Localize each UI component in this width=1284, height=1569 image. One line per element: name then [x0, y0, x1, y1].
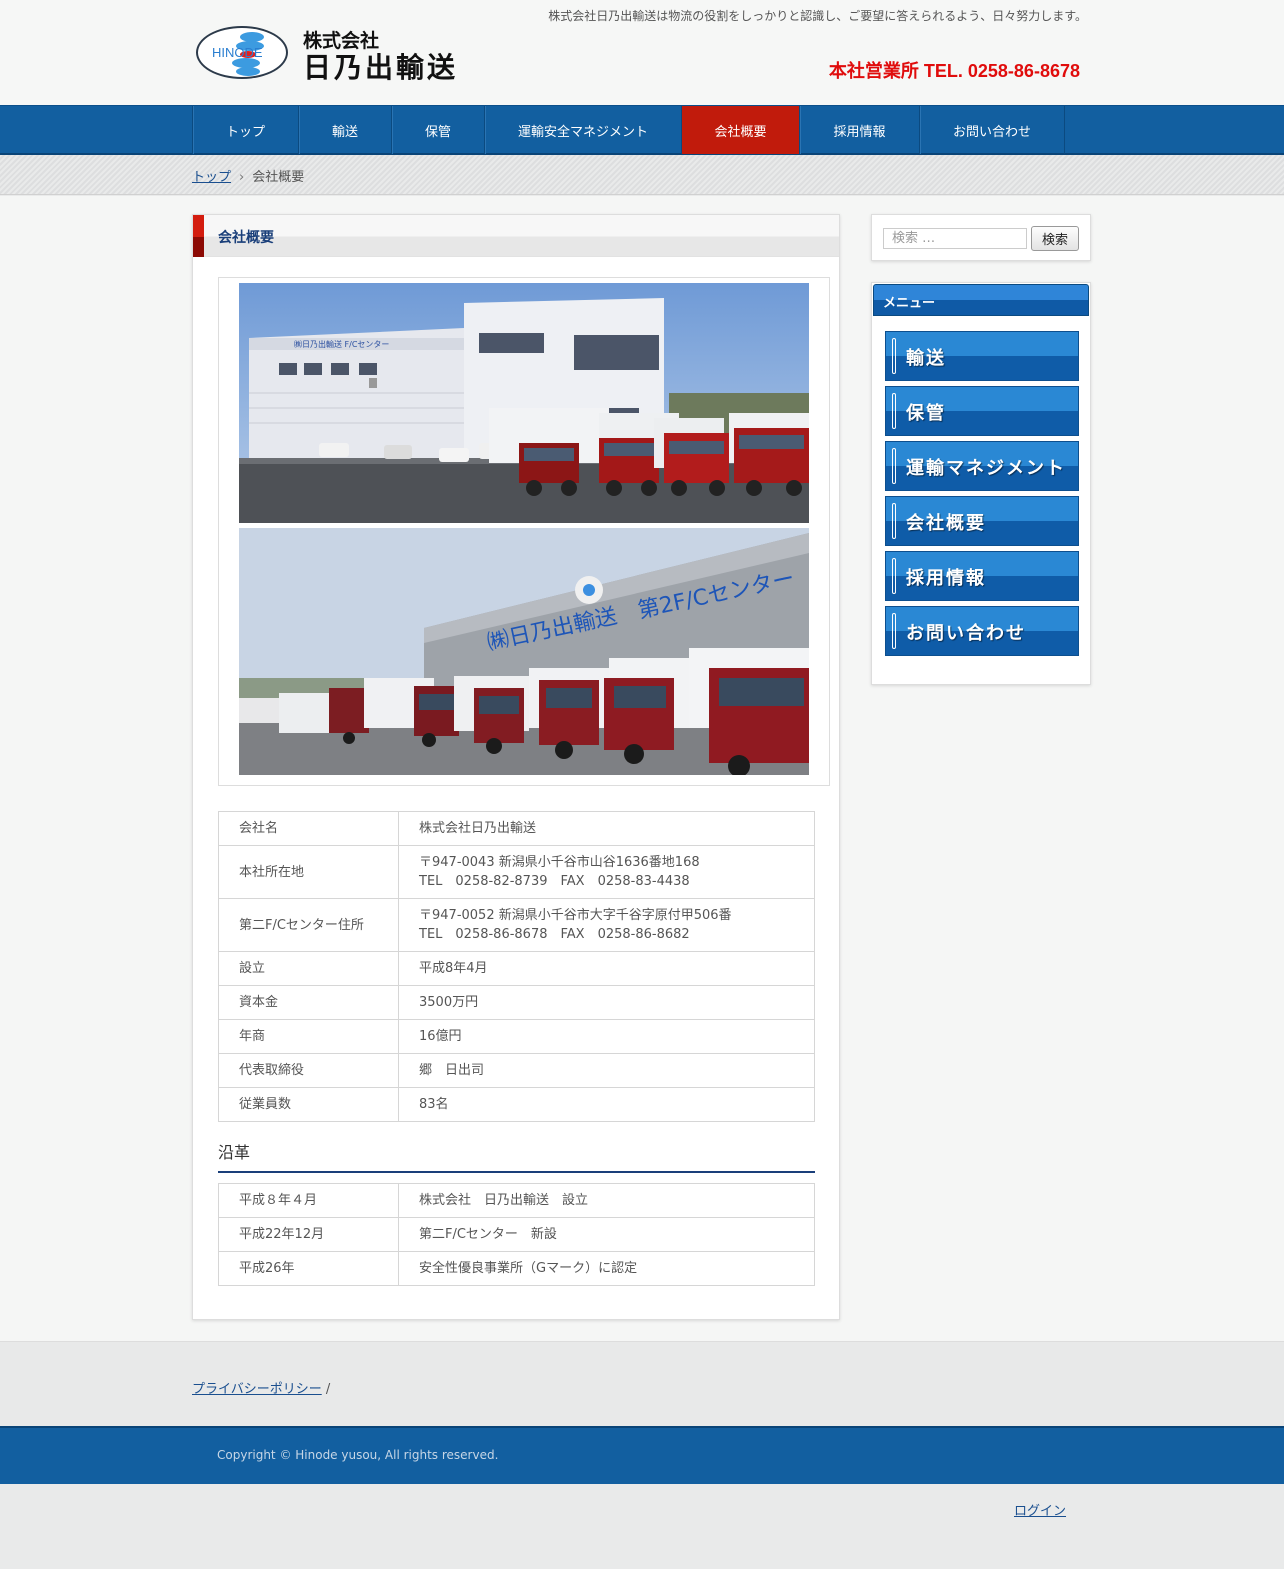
login-link[interactable]: ログイン [1014, 1500, 1066, 1519]
table-key: 資本金 [218, 985, 399, 1020]
table-row: 平成８年４月 株式会社 日乃出輸送 設立 [218, 1183, 815, 1218]
nav-item-storage[interactable]: 保管 [392, 106, 485, 154]
main-content: 会社概要 ㈱日乃出輸送 F/Cセンター ㈱日乃出輸送 第2F/Cセンター 会社名… [192, 214, 840, 1320]
table-value: 3500万円 [398, 985, 815, 1020]
site-tagline: 株式会社日乃出輸送は物流の役割をしっかりと認識し、ご要望に答えられるよう、日々努… [548, 9, 1087, 23]
search-widget: 検索 [871, 214, 1091, 261]
sidebar-item-contact[interactable]: お問い合わせ [885, 606, 1079, 656]
nav-item-top[interactable]: トップ [193, 106, 299, 154]
sidebar-menu-title: メニュー [883, 296, 936, 311]
history-date: 平成22年12月 [218, 1217, 399, 1252]
table-row: 第二F/Cセンター住所 〒947-0052 新潟県小千谷市大字千谷字原付甲506… [218, 898, 815, 952]
table-row: 設立 平成8年4月 [218, 951, 815, 986]
nav-item-transport[interactable]: 輸送 [299, 106, 392, 154]
table-row: 平成26年 安全性優良事業所（Gマーク）に認定 [218, 1251, 815, 1286]
search-button[interactable]: 検索 [1031, 226, 1079, 251]
nav-item-safety-management[interactable]: 運輸安全マネジメント [485, 106, 682, 154]
sidebar-menu-header: メニュー [873, 284, 1089, 316]
table-row: 平成22年12月 第二F/Cセンター 新設 [218, 1217, 815, 1252]
table-value: 郷 日出司 [398, 1053, 815, 1088]
privacy-policy-link[interactable]: プライバシーポリシー [192, 1382, 322, 1397]
breadcrumb-home-link[interactable]: トップ [192, 170, 231, 185]
history-table: 平成８年４月 株式会社 日乃出輸送 設立 平成22年12月 第二F/Cセンター … [218, 1183, 815, 1286]
company-info-table: 会社名 株式会社日乃出輸送 本社所在地 〒947-0043 新潟県小千谷市山谷1… [218, 811, 815, 1122]
table-key: 設立 [218, 951, 399, 986]
copyright-bar: Copyright © Hinode yusou, All rights res… [0, 1426, 1284, 1484]
phone-number: 本社営業所 TEL. 0258-86-8678 [828, 61, 1080, 81]
building-sign: ㈱日乃出輸送 F/Cセンター [294, 339, 389, 349]
table-row: 代表取締役 郷 日出司 [218, 1053, 815, 1088]
breadcrumb-separator: › [239, 170, 245, 185]
footer-links: プライバシーポリシー / [0, 1341, 1284, 1426]
fc-center-photo: ㈱日乃出輸送 第2F/Cセンター [239, 528, 809, 775]
nav-item-contact[interactable]: お問い合わせ [920, 106, 1065, 154]
site-logo[interactable]: HINODE 株式会社 日乃出輸送 [196, 26, 471, 84]
table-row: 会社名 株式会社日乃出輸送 [218, 811, 815, 846]
table-key: 代表取締役 [218, 1053, 399, 1088]
site-header: HINODE 株式会社 日乃出輸送 株式会社日乃出輸送は物流の役割をしっかりと認… [0, 0, 1284, 105]
sidebar-item-storage[interactable]: 保管 [885, 386, 1079, 436]
photo-frame: ㈱日乃出輸送 F/Cセンター ㈱日乃出輸送 第2F/Cセンター [218, 277, 830, 786]
table-row: 年商 16億円 [218, 1019, 815, 1054]
table-value: 16億円 [398, 1019, 815, 1054]
logo-mark-text: HINODE [212, 45, 263, 60]
table-value: 平成8年4月 [398, 951, 815, 986]
table-value: 〒947-0052 新潟県小千谷市大字千谷字原付甲506番 TEL 0258-86… [398, 898, 815, 952]
table-key: 従業員数 [218, 1087, 399, 1122]
breadcrumb-current: 会社概要 [252, 170, 305, 185]
history-heading: 沿革 [218, 1139, 815, 1173]
copyright-text: Copyright © Hinode yusou, All rights res… [217, 1448, 499, 1462]
footer-separator: / [325, 1382, 331, 1397]
sidebar-item-transport-management[interactable]: 運輸マネジメント [885, 441, 1079, 491]
history-event: 第二F/Cセンター 新設 [398, 1217, 815, 1252]
history-event: 株式会社 日乃出輸送 設立 [398, 1183, 815, 1218]
nav-item-company[interactable]: 会社概要 [682, 106, 800, 154]
table-row: 従業員数 83名 [218, 1087, 815, 1122]
logo-company-name: 日乃出輸送 [303, 51, 459, 84]
table-row: 本社所在地 〒947-0043 新潟県小千谷市山谷1636番地168 TEL 02… [218, 845, 815, 899]
main-nav: トップ 輸送 保管 運輸安全マネジメント 会社概要 採用情報 お問い合わせ [0, 105, 1284, 155]
page-title-bar: 会社概要 [193, 215, 839, 257]
sidebar-item-transport[interactable]: 輸送 [885, 331, 1079, 381]
history-date: 平成26年 [218, 1251, 399, 1286]
sidebar-item-company[interactable]: 会社概要 [885, 496, 1079, 546]
table-key: 会社名 [218, 811, 399, 846]
breadcrumb-bar: トップ › 会社概要 [0, 155, 1284, 195]
table-value: 株式会社日乃出輸送 [398, 811, 815, 846]
search-input[interactable] [883, 228, 1027, 249]
sidebar-item-recruit[interactable]: 採用情報 [885, 551, 1079, 601]
history-date: 平成８年４月 [218, 1183, 399, 1218]
table-row: 資本金 3500万円 [218, 985, 815, 1020]
table-key: 第二F/Cセンター住所 [218, 898, 399, 952]
sidebar-menu: メニュー 輸送 保管 運輸マネジメント 会社概要 採用情報 お問い合わせ [871, 282, 1091, 685]
office-building-photo: ㈱日乃出輸送 F/Cセンター [239, 283, 809, 523]
table-value: 83名 [398, 1087, 815, 1122]
breadcrumb: トップ › 会社概要 [192, 166, 304, 185]
nav-item-recruit[interactable]: 採用情報 [800, 106, 920, 154]
table-key: 年商 [218, 1019, 399, 1054]
table-key: 本社所在地 [218, 845, 399, 899]
table-value: 〒947-0043 新潟県小千谷市山谷1636番地168 TEL 0258-82-… [398, 845, 815, 899]
history-event: 安全性優良事業所（Gマーク）に認定 [398, 1251, 815, 1286]
page-title: 会社概要 [218, 230, 274, 246]
logo-mark: HINODE [196, 26, 288, 79]
